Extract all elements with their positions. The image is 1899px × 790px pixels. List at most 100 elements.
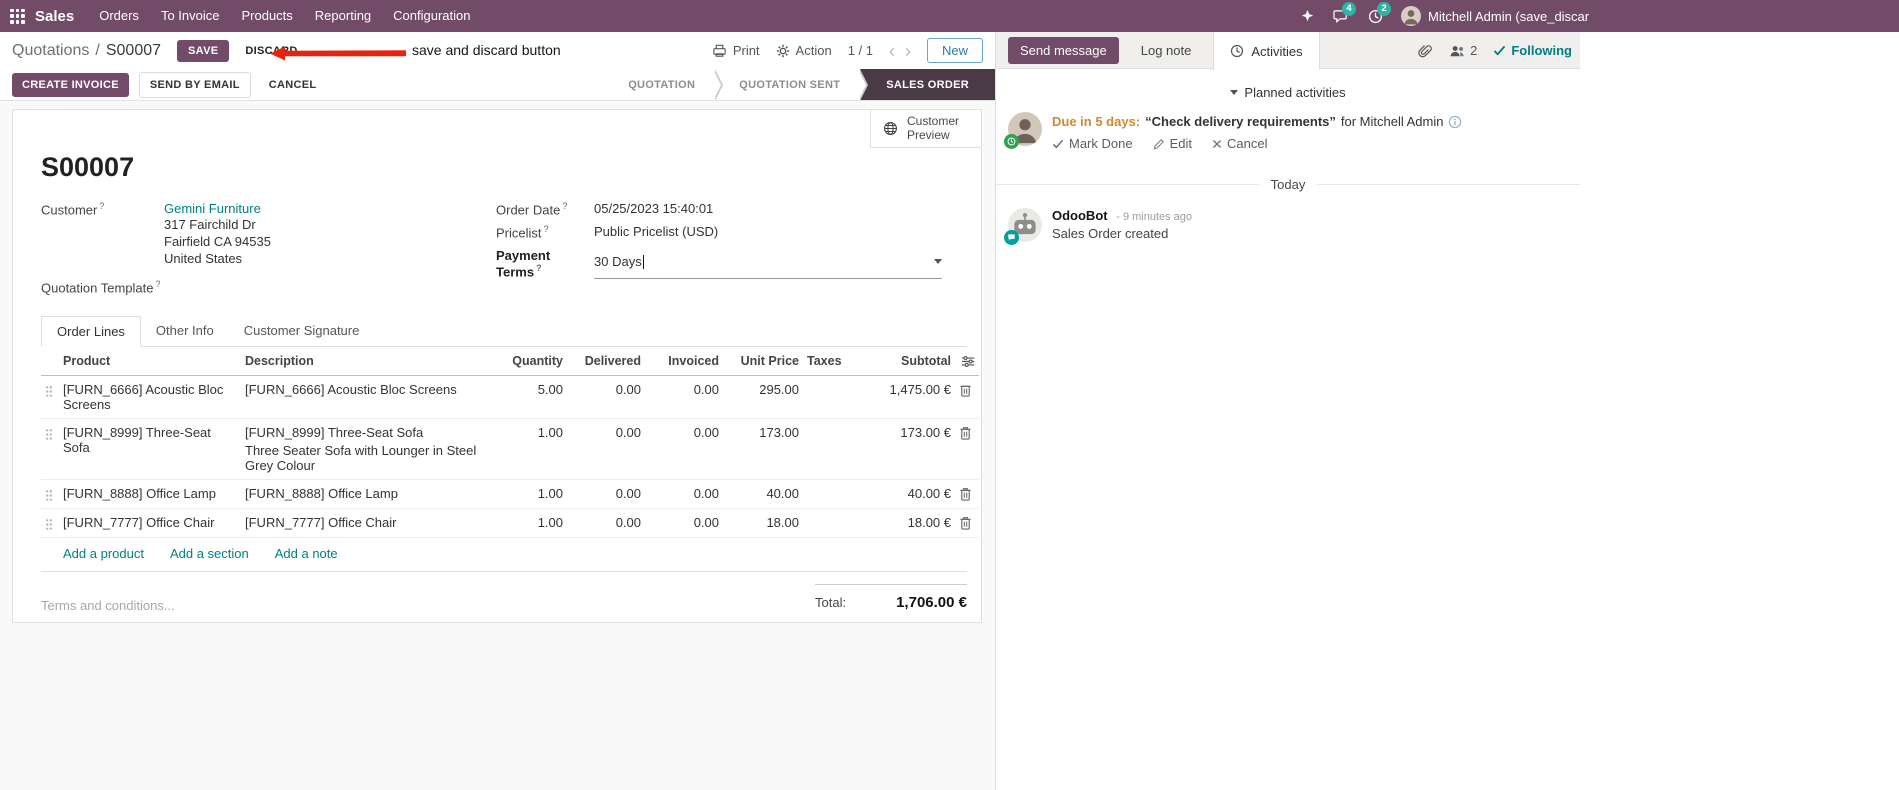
- cell-delivered[interactable]: 0.00: [567, 418, 645, 481]
- cell-quantity[interactable]: 1.00: [503, 418, 567, 481]
- chatter-panel: Send message Log note Activities 2 Follo…: [995, 32, 1581, 790]
- activities-icon[interactable]: 2: [1368, 1, 1391, 24]
- star-icon[interactable]: [1300, 9, 1315, 24]
- optional-columns-icon[interactable]: [959, 355, 975, 368]
- planned-activities-header[interactable]: Planned activities: [996, 85, 1580, 100]
- order-date-label: Order Date?: [496, 201, 568, 218]
- order-date-field[interactable]: 05/25/2023 15:40:01: [594, 201, 713, 217]
- action-button[interactable]: Action: [776, 43, 832, 58]
- save-button[interactable]: SAVE: [177, 39, 230, 62]
- cancel-activity-button[interactable]: Cancel: [1212, 136, 1267, 151]
- total-value: 1,706.00 €: [896, 594, 967, 612]
- tab-order-lines[interactable]: Order Lines: [41, 316, 141, 348]
- cell-taxes[interactable]: [803, 508, 861, 539]
- terms-placeholder[interactable]: Terms and conditions...: [41, 598, 175, 613]
- chevron-down-icon[interactable]: [934, 259, 942, 265]
- pricelist-field[interactable]: Public Pricelist (USD): [594, 224, 718, 240]
- apps-menu-icon[interactable]: [10, 8, 25, 24]
- drag-handle-icon[interactable]: [45, 489, 55, 502]
- drag-handle-icon[interactable]: [45, 428, 55, 441]
- cell-taxes[interactable]: [803, 375, 861, 420]
- globe-icon: [884, 122, 897, 135]
- drag-handle-icon[interactable]: [45, 385, 55, 398]
- cell-invoiced[interactable]: 0.00: [645, 375, 723, 420]
- delete-line-icon[interactable]: [959, 426, 975, 440]
- drag-handle-icon[interactable]: [45, 518, 55, 531]
- send-by-email-button[interactable]: SEND BY EMAIL: [138, 71, 251, 98]
- send-message-button[interactable]: Send message: [1008, 37, 1119, 64]
- chatter-message: OdooBot - 9 minutes ago Sales Order crea…: [996, 208, 1580, 245]
- cell-product[interactable]: [FURN_8888] Office Lamp: [59, 479, 241, 510]
- cell-product[interactable]: [FURN_8999] Three-Seat Sofa: [59, 418, 241, 481]
- cell-description[interactable]: [FURN_8999] Three-Seat Sofa Three Seater…: [241, 418, 503, 481]
- attachment-icon[interactable]: [1417, 43, 1433, 59]
- add-note-link[interactable]: Add a note: [275, 546, 338, 561]
- cancel-button[interactable]: CANCEL: [261, 73, 325, 97]
- cell-unit-price[interactable]: 18.00: [723, 508, 803, 539]
- user-name: Mitchell Admin (save_discar: [1428, 8, 1590, 24]
- followers-button[interactable]: 2: [1449, 43, 1477, 58]
- cell-taxes[interactable]: [803, 479, 861, 510]
- customer-preview-button[interactable]: Customer Preview: [870, 110, 981, 148]
- payment-terms-field[interactable]: 30 Days: [594, 248, 942, 279]
- annotation-arrow: [270, 46, 406, 61]
- cell-unit-price[interactable]: 40.00: [723, 479, 803, 510]
- breadcrumb-quotations[interactable]: Quotations: [12, 42, 89, 60]
- cell-invoiced[interactable]: 0.00: [645, 508, 723, 539]
- customer-field: Gemini Furniture 317 Fairchild Dr Fairfi…: [164, 201, 271, 267]
- user-menu[interactable]: Mitchell Admin (save_discar: [1401, 6, 1589, 26]
- cell-unit-price[interactable]: 173.00: [723, 418, 803, 481]
- menu-configuration[interactable]: Configuration: [382, 0, 481, 32]
- cell-description[interactable]: [FURN_8888] Office Lamp: [241, 479, 503, 510]
- menu-reporting[interactable]: Reporting: [304, 0, 382, 32]
- cell-delivered[interactable]: 0.00: [567, 508, 645, 539]
- statusbar-buttons: CREATE INVOICE SEND BY EMAIL CANCEL: [12, 69, 324, 100]
- cell-unit-price[interactable]: 295.00: [723, 375, 803, 420]
- pager-next-icon[interactable]: ›: [905, 42, 911, 60]
- add-section-link[interactable]: Add a section: [170, 546, 249, 561]
- cell-quantity[interactable]: 1.00: [503, 479, 567, 510]
- info-icon[interactable]: [1448, 115, 1462, 129]
- cell-description[interactable]: [FURN_6666] Acoustic Bloc Screens: [241, 375, 503, 420]
- customer-link[interactable]: Gemini Furniture: [164, 201, 261, 216]
- pencil-icon: [1153, 138, 1164, 149]
- create-invoice-button[interactable]: CREATE INVOICE: [12, 72, 129, 97]
- cell-description[interactable]: [FURN_7777] Office Chair: [241, 508, 503, 539]
- stage-sales-order[interactable]: SALES ORDER: [860, 69, 995, 100]
- top-menus: Orders To Invoice Products Reporting Con…: [88, 0, 481, 32]
- tab-other-info[interactable]: Other Info: [141, 316, 229, 346]
- log-note-button[interactable]: Log note: [1135, 42, 1198, 59]
- stage-quotation-sent[interactable]: QUOTATION SENT: [715, 69, 869, 101]
- tab-customer-signature[interactable]: Customer Signature: [229, 316, 375, 346]
- mark-done-button[interactable]: Mark Done: [1052, 136, 1133, 151]
- pager-previous-icon[interactable]: ‹: [889, 42, 895, 60]
- new-button[interactable]: New: [926, 38, 983, 63]
- col-subtotal: Subtotal: [861, 347, 955, 377]
- messages-icon[interactable]: 4: [1333, 1, 1356, 24]
- delete-line-icon[interactable]: [959, 487, 975, 501]
- cell-taxes[interactable]: [803, 418, 861, 481]
- control-panel-actions: Print Action 1 / 1 ‹ › New: [712, 38, 983, 63]
- menu-to-invoice[interactable]: To Invoice: [150, 0, 231, 32]
- total-box: Total: 1,706.00 €: [815, 584, 967, 613]
- cell-delivered[interactable]: 0.00: [567, 375, 645, 420]
- cell-invoiced[interactable]: 0.00: [645, 479, 723, 510]
- cell-delivered[interactable]: 0.00: [567, 479, 645, 510]
- add-product-link[interactable]: Add a product: [63, 546, 144, 561]
- stage-quotation[interactable]: QUOTATION: [604, 69, 724, 101]
- delete-line-icon[interactable]: [959, 516, 975, 530]
- cell-product[interactable]: [FURN_6666] Acoustic Bloc Screens: [59, 375, 241, 420]
- edit-activity-button[interactable]: Edit: [1153, 136, 1192, 151]
- activities-tab[interactable]: Activities: [1213, 32, 1320, 70]
- print-button[interactable]: Print: [712, 43, 760, 58]
- cell-product[interactable]: [FURN_7777] Office Chair: [59, 508, 241, 539]
- annotation-text: save and discard button: [412, 42, 561, 58]
- delete-line-icon[interactable]: [959, 383, 975, 397]
- cell-invoiced[interactable]: 0.00: [645, 418, 723, 481]
- cell-quantity[interactable]: 5.00: [503, 375, 567, 420]
- cell-quantity[interactable]: 1.00: [503, 508, 567, 539]
- following-button[interactable]: Following: [1493, 43, 1572, 58]
- menu-orders[interactable]: Orders: [88, 0, 150, 32]
- menu-products[interactable]: Products: [230, 0, 303, 32]
- app-name[interactable]: Sales: [35, 8, 74, 25]
